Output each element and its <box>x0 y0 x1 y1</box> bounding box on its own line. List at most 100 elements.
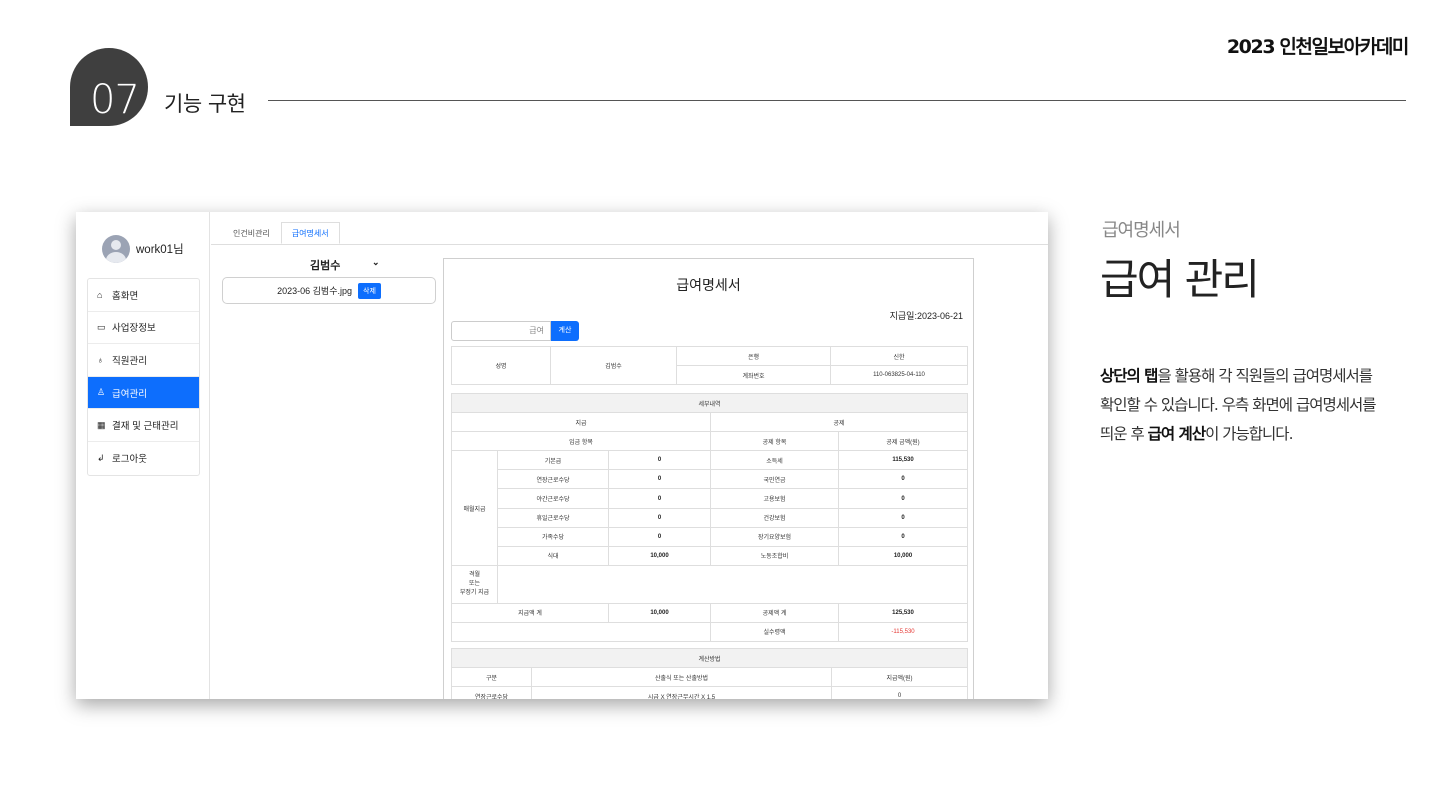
sidebar-item-approval[interactable]: ▦ 결재 및 근태관리 <box>88 409 199 442</box>
tab-divider <box>211 244 1048 245</box>
delete-button[interactable]: 삭제 <box>358 282 381 299</box>
description-title: 급여 관리 <box>1100 255 1260 304</box>
table-row: 지급액 계 10,000 공제액 계 125,530 <box>451 602 969 623</box>
sidebar-item-home[interactable]: ⌂ 홈화면 <box>88 279 199 312</box>
logout-icon: ↲ <box>97 452 105 463</box>
desc-text-2: 확인할 수 있습니다. 우측 화면에 급여명세서를 <box>1100 396 1377 414</box>
calc-kind: 연장근로수당 <box>451 686 532 699</box>
desc-bold-calc: 급여 계산 <box>1147 425 1206 443</box>
user-name: work01님 <box>136 244 184 256</box>
brand-title: 2023 인천일보아카데미 <box>1226 36 1410 58</box>
sidebar-item-business[interactable]: ▭ 사업장정보 <box>88 312 199 345</box>
pay-item: 휴일근로수당 <box>497 507 609 528</box>
table-row: 연장근로수당 시급 X 연장근무시간 X 1.5 0 <box>451 686 969 699</box>
sidebar-item-logout[interactable]: ↲ 로그아웃 <box>88 442 199 475</box>
table-row: 연장근로수당 0 국민연금 0 <box>452 469 969 490</box>
deduction-amount: 0 <box>837 488 969 509</box>
payslip-file-item[interactable]: 2023-06 김범수.jpg 삭제 <box>222 277 436 304</box>
tab-labor-cost[interactable]: 인건비관리 <box>222 222 281 244</box>
description-subtitle: 급여명세서 <box>1102 220 1181 241</box>
pay-amount: 0 <box>608 450 711 471</box>
desc-bold-tab: 상단의 탭 <box>1100 367 1158 385</box>
table-row: 가족수당 0 장기요양보험 0 <box>452 526 969 547</box>
user-profile: work01님 <box>102 235 184 263</box>
salary-calc-row: 급여 계산 <box>451 321 579 341</box>
deduction-item: 소득세 <box>710 450 839 471</box>
description-body: 상단의 탭을 활용해 각 직원들의 급여명세서를 확인할 수 있습니다. 우측 … <box>1100 362 1410 449</box>
briefcase-icon: ▭ <box>97 321 106 332</box>
pay-item-header: 임금 항목 <box>451 431 711 452</box>
pay-amount: 0 <box>608 469 711 490</box>
deduction-header: 공제 <box>709 412 969 433</box>
sidebar-item-label: 사업장정보 <box>112 323 156 335</box>
file-name[interactable]: 2023-06 김범수.jpg <box>277 284 352 297</box>
regular-pay-label: 매월지급 <box>451 450 498 566</box>
account-value: 110-063825-04-110 <box>830 365 968 385</box>
calculate-button[interactable]: 계산 <box>551 321 579 341</box>
tab-bar: 인건비관리 급여명세서 <box>222 222 340 244</box>
net-pay-value: -115,530 <box>837 621 969 643</box>
irregular-label-3: 부정기 지급 <box>459 589 490 596</box>
chevron-down-icon[interactable]: ⌄ <box>372 257 380 268</box>
desc-text-4: 이 가능합니다. <box>1205 425 1293 443</box>
deduction-amount-header: 공제 금액(원) <box>837 431 969 452</box>
sidebar-menu: ⌂ 홈화면 ▭ 사업장정보 ♁ 직원관리 ♙ 급여관리 ▦ 결재 및 근태관리 ↲ 로그아웃 <box>87 278 200 476</box>
employee-select[interactable]: 김범수 <box>310 257 340 273</box>
sidebar-item-employees[interactable]: ♁ 직원관리 <box>88 344 199 377</box>
deduction-item: 장기요양보험 <box>710 526 839 547</box>
account-label: 계좌번호 <box>676 365 831 385</box>
section-title: 기능 구현 <box>164 92 246 116</box>
sidebar-item-payroll[interactable]: ♙ 급여관리 <box>88 376 199 410</box>
deduction-total-value: 125,530 <box>837 602 969 623</box>
calc-formula: 시급 X 연장근무시간 X 1.5 <box>531 686 832 699</box>
table-row: 식대 10,000 노동조합비 10,000 <box>452 545 969 566</box>
calc-amount: 0 <box>830 686 969 699</box>
table-row: 휴일근로수당 0 건강보험 0 <box>452 507 969 528</box>
pay-total-label: 지급액 계 <box>451 602 609 623</box>
deduction-amount: 115,530 <box>837 450 969 471</box>
table-row: 매월지급 기본급 0 소득세 115,530 <box>451 450 969 566</box>
deduction-amount: 10,000 <box>837 545 969 566</box>
calc-header-kind: 구분 <box>451 667 532 687</box>
pay-total-value: 10,000 <box>608 602 711 623</box>
home-icon: ⌂ <box>97 289 103 300</box>
sidebar-item-label: 홈화면 <box>112 290 139 302</box>
name-value: 김범수 <box>550 346 677 385</box>
avatar-icon <box>102 235 130 263</box>
calc-method-table: 계산방법 구분 산출식 또는 산출방법 지급액(원) 연장근로수당 시급 X 연… <box>450 648 969 699</box>
pay-amount: 0 <box>608 488 711 509</box>
pay-detail-table: 세부내역 지급 공제 임금 항목 공제 항목 공제 금액(원) 매월지급 기본급… <box>450 392 969 643</box>
app-screenshot: work01님 ⌂ 홈화면 ▭ 사업장정보 ♁ 직원관리 ♙ 급여관리 ▦ 결재 및 근태… <box>76 212 1048 699</box>
name-label: 성명 <box>451 346 551 385</box>
calc-section-title: 계산방법 <box>450 648 969 668</box>
bank-value: 신한 <box>830 346 968 366</box>
table-row: 격월 또는 부정기 지급 <box>451 564 969 604</box>
sidebar-item-label: 결재 및 근태관리 <box>112 421 179 433</box>
employee-info-table: 성명 김범수 은행 신한 계좌번호 110-063825-04-110 <box>451 346 968 385</box>
deduction-amount: 0 <box>837 507 969 528</box>
tab-payslip[interactable]: 급여명세서 <box>280 222 340 244</box>
pay-item: 식대 <box>497 545 609 566</box>
table-row: 실수령액 -115,530 <box>451 621 969 643</box>
detail-section-title: 세부내역 <box>450 392 969 414</box>
deduction-item-header: 공제 항목 <box>710 431 839 452</box>
desc-text-1: 을 활용해 각 직원들의 급여명세서를 <box>1157 367 1373 385</box>
irregular-label-1: 격월 <box>468 571 481 578</box>
sidebar-item-label: 직원관리 <box>112 355 147 367</box>
pay-item: 기본급 <box>497 450 609 471</box>
deduction-item: 노동조합비 <box>710 545 839 566</box>
deduction-amount: 0 <box>837 526 969 547</box>
calc-header-amount: 지급액(원) <box>830 667 969 687</box>
salary-input[interactable]: 급여 <box>451 321 551 341</box>
payslip-title: 급여명세서 <box>676 277 741 293</box>
people-icon: ♁ <box>97 354 104 365</box>
pay-header: 지급 <box>451 412 711 433</box>
pay-item: 가족수당 <box>497 526 609 547</box>
deduction-total-label: 공제액 계 <box>710 602 839 623</box>
irregular-pay-empty <box>496 564 969 604</box>
net-pay-label: 실수령액 <box>710 621 839 643</box>
table-row: 야간근로수당 0 고용보험 0 <box>452 488 969 509</box>
pay-item: 연장근로수당 <box>497 469 609 490</box>
bank-label: 은행 <box>676 346 831 366</box>
sidebar-item-label: 급여관리 <box>112 388 147 400</box>
